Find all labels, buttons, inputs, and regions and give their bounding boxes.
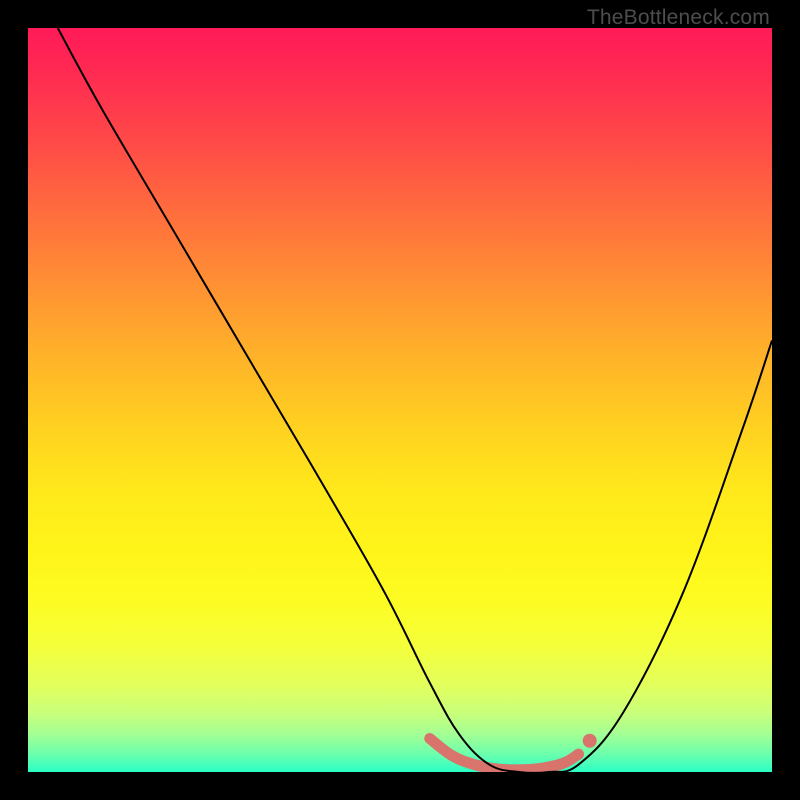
watermark-text: TheBottleneck.com bbox=[587, 6, 770, 30]
plot-area bbox=[28, 28, 772, 772]
curves-layer bbox=[28, 28, 772, 772]
highlight-end-dot bbox=[583, 734, 597, 748]
bottleneck-curve bbox=[58, 28, 772, 772]
highlight-flat-region bbox=[430, 739, 579, 770]
chart-frame: TheBottleneck.com bbox=[0, 0, 800, 800]
